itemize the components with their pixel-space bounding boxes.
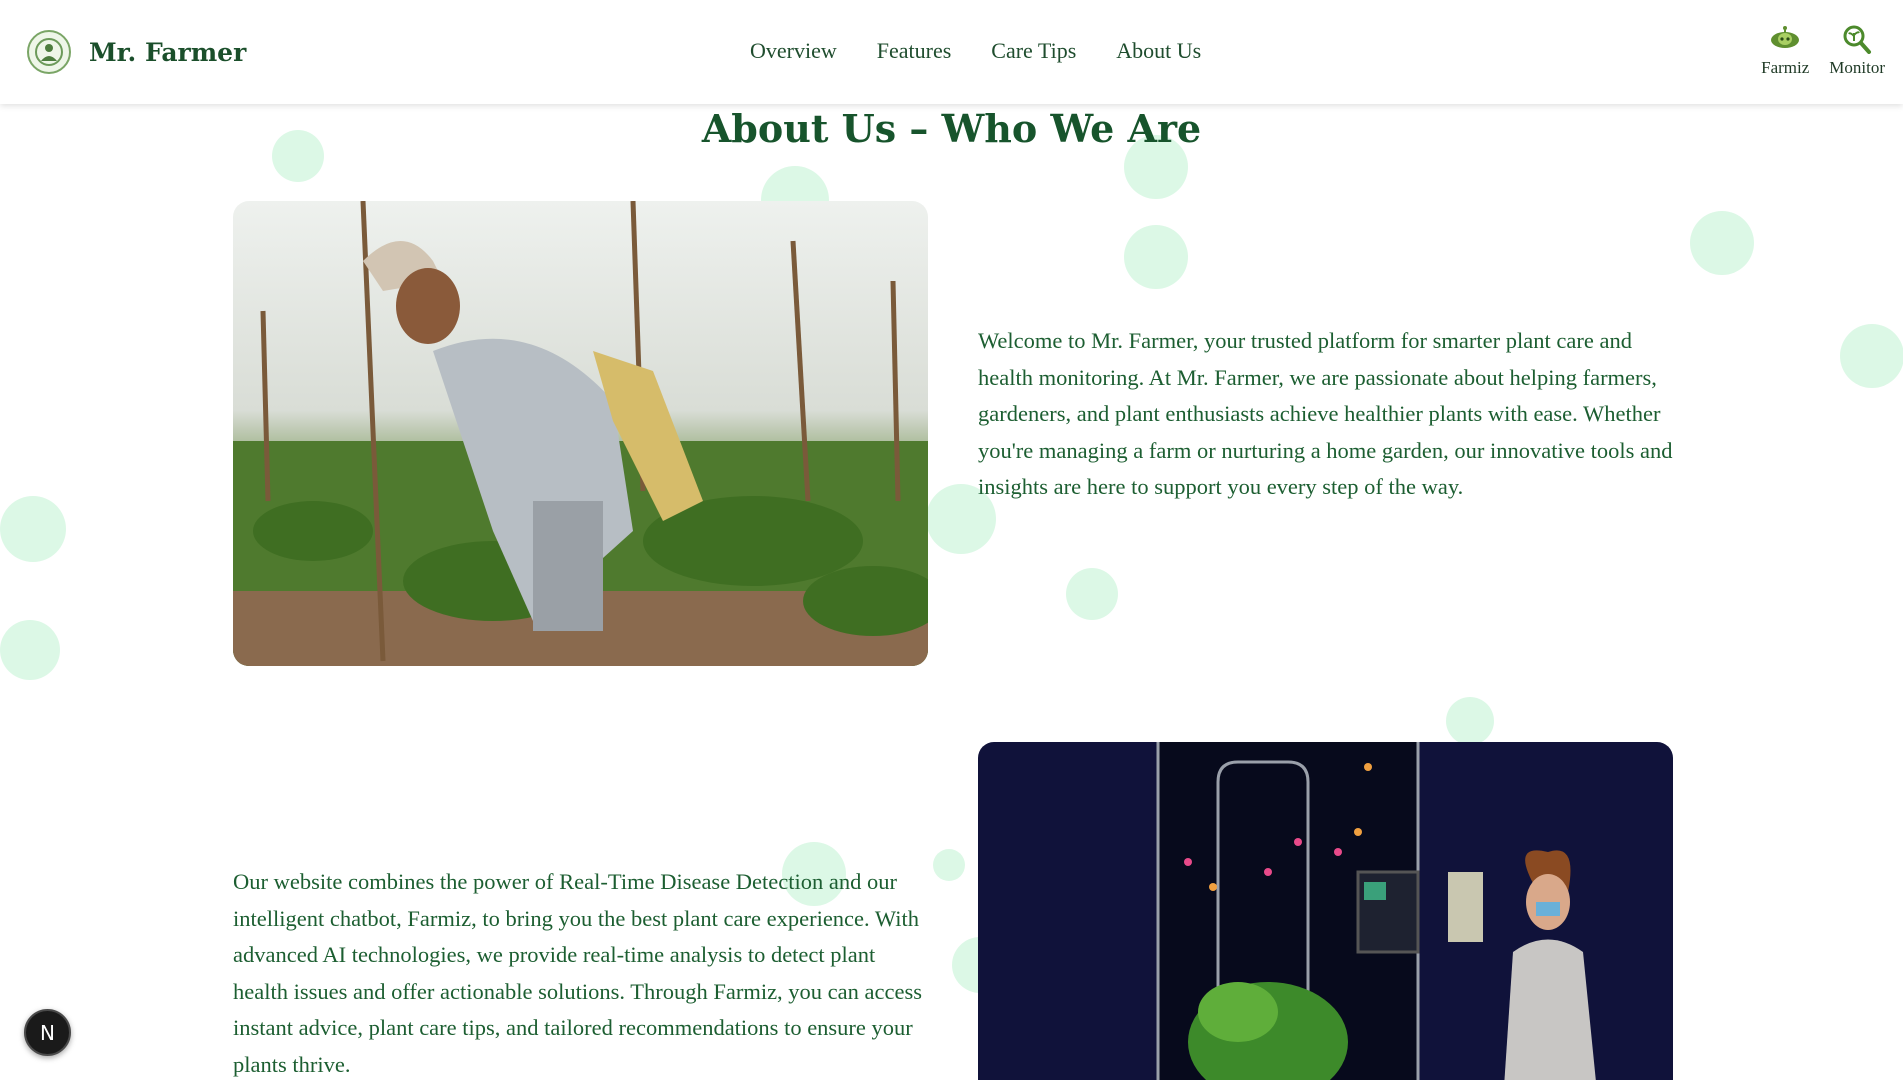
- nav-care-tips[interactable]: Care Tips: [991, 38, 1076, 64]
- about-paragraph-1: Welcome to Mr. Farmer, your trusted plat…: [978, 328, 1673, 500]
- page-title: About Us – Who We Are: [701, 106, 1202, 151]
- brand-name: Mr. Farmer: [89, 37, 247, 67]
- monitor-label: Monitor: [1829, 58, 1885, 77]
- brand[interactable]: Mr. Farmer: [27, 30, 246, 74]
- about-paragraph-2: Our website combines the power of Real-T…: [233, 869, 922, 1077]
- top-navbar: Mr. Farmer Overview Features Care Tips A…: [0, 0, 1903, 104]
- main-nav: Overview Features Care Tips About Us: [750, 38, 1241, 64]
- about-section: About Us – Who We Are Welcome to Mr. Far…: [0, 104, 1903, 1080]
- plant-monitoring-exhibit-image: [978, 742, 1673, 1080]
- farmiz-button[interactable]: Farmiz: [1761, 24, 1809, 78]
- nav-overview[interactable]: Overview: [750, 38, 837, 64]
- nav-features[interactable]: Features: [877, 38, 952, 64]
- chatbot-icon: [1768, 24, 1802, 54]
- farmer-field-image: [233, 201, 928, 666]
- monitor-button[interactable]: Monitor: [1829, 24, 1885, 78]
- nav-about-us[interactable]: About Us: [1116, 38, 1201, 64]
- logo-icon: [27, 30, 71, 74]
- header-tools: Farmiz Monitor: [1741, 24, 1885, 78]
- farmiz-label: Farmiz: [1761, 58, 1810, 77]
- n-badge-button[interactable]: N: [24, 1009, 71, 1056]
- magnifier-plant-icon: [1840, 24, 1874, 54]
